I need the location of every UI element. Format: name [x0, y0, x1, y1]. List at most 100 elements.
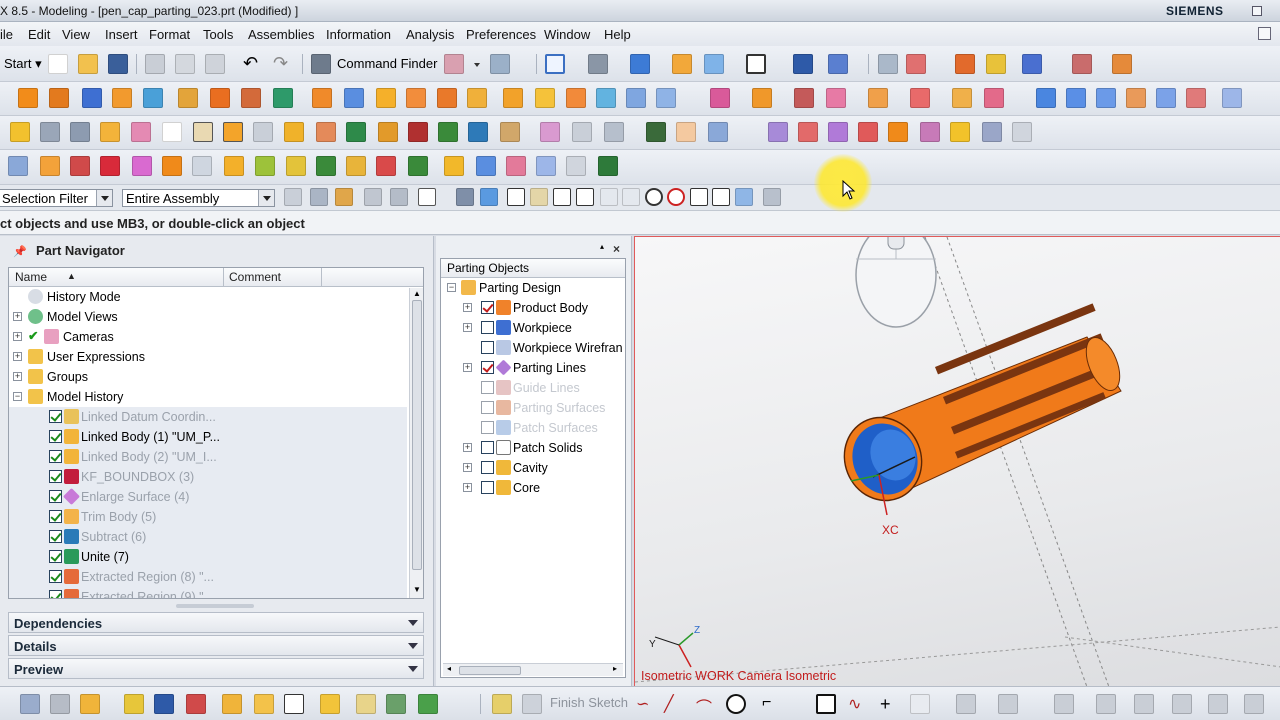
menu-search-icon[interactable]: [444, 54, 464, 74]
trim-tool-icon[interactable]: [535, 88, 555, 108]
curve-patch-icon[interactable]: [752, 88, 772, 108]
replace-component-icon[interactable]: [536, 156, 556, 176]
existing-point-icon[interactable]: [690, 188, 708, 206]
visibility-checkbox[interactable]: [49, 550, 62, 563]
workpiece-icon[interactable]: [82, 88, 102, 108]
panel-menu-icon[interactable]: ▴: [600, 242, 604, 251]
body-filter-icon[interactable]: [456, 188, 474, 206]
visibility-checkbox[interactable]: [49, 590, 62, 598]
face-filter-icon[interactable]: [480, 188, 498, 206]
menu-file[interactable]: ile: [0, 27, 13, 42]
tree-row-cavity[interactable]: + Cavity: [441, 458, 625, 478]
ruler-icon[interactable]: [1112, 54, 1132, 74]
tree-row-feature[interactable]: Subtract (6): [9, 527, 407, 547]
offset-region-icon[interactable]: [1186, 88, 1206, 108]
table-icon[interactable]: [572, 122, 592, 142]
scrollbar-thumb[interactable]: [412, 300, 422, 570]
family-mold-icon[interactable]: [143, 88, 163, 108]
studio-spline-icon[interactable]: ∿: [848, 694, 868, 714]
tree-row-model-history[interactable]: − Model History: [9, 387, 407, 407]
through-curves-icon[interactable]: [768, 122, 788, 142]
point-icon[interactable]: [8, 156, 28, 176]
move-select-icon[interactable]: [364, 188, 382, 206]
menu-window[interactable]: Window: [544, 27, 590, 42]
point-on-face-icon[interactable]: [735, 188, 753, 206]
project-curve-icon[interactable]: [162, 156, 182, 176]
prefs-icon[interactable]: [320, 694, 340, 714]
split-face-icon[interactable]: [1096, 88, 1116, 108]
tree-row-user-expressions[interactable]: + User Expressions: [9, 347, 407, 367]
animation-icon[interactable]: [1022, 54, 1042, 74]
show-constraints-icon[interactable]: [1208, 694, 1228, 714]
general-filter-icon[interactable]: [284, 188, 302, 206]
mold-wizard-icon[interactable]: [986, 54, 1006, 74]
expand-icon[interactable]: +: [13, 352, 22, 361]
menu-preferences[interactable]: Preferences: [466, 27, 536, 42]
details-panel-header[interactable]: Details: [8, 635, 424, 656]
visibility-checkbox[interactable]: [481, 361, 494, 374]
expand-icon[interactable]: +: [463, 443, 472, 452]
wcs-icon[interactable]: [704, 54, 724, 74]
dimension-icon[interactable]: [286, 156, 306, 176]
cooling-icon[interactable]: [467, 88, 487, 108]
scope-dropdown[interactable]: Entire Assembly: [122, 189, 275, 207]
swept-icon[interactable]: [828, 122, 848, 142]
note-icon[interactable]: [444, 156, 464, 176]
scroll-up-icon[interactable]: ▲: [413, 289, 421, 298]
finish-sketch-button[interactable]: Finish Sketch: [550, 695, 628, 710]
tree-row-feature[interactable]: Extracted Region (9) "...: [9, 587, 407, 598]
rectangle-select-icon[interactable]: [418, 188, 436, 206]
scroll-right-icon[interactable]: ▸: [613, 664, 617, 673]
redo-icon[interactable]: ↷: [273, 54, 293, 74]
snap-view-icon[interactable]: [20, 694, 40, 714]
table-edit-icon[interactable]: [1012, 122, 1032, 142]
visibility-checkbox[interactable]: [49, 450, 62, 463]
shell-icon[interactable]: [253, 122, 273, 142]
column-comment[interactable]: Comment: [229, 270, 281, 284]
expand-icon[interactable]: +: [463, 483, 472, 492]
tooling-icon[interactable]: [598, 156, 618, 176]
ruled-surface-icon[interactable]: [798, 122, 818, 142]
orient-view-icon[interactable]: [630, 54, 650, 74]
tree-row-parting-lines[interactable]: + Parting Lines: [441, 358, 625, 378]
tree-row-parting-design[interactable]: − Parting Design: [441, 278, 625, 298]
expand-icon[interactable]: +: [13, 372, 22, 381]
tree-row-feature[interactable]: Linked Datum Coordin...: [9, 407, 407, 427]
menu-format[interactable]: Format: [149, 27, 190, 42]
extrude-icon[interactable]: [100, 122, 120, 142]
wcs-rotate-icon[interactable]: [154, 694, 174, 714]
subtract-icon[interactable]: [468, 122, 488, 142]
sketch-circle-icon[interactable]: [726, 694, 746, 714]
design-parting-icon[interactable]: [952, 88, 972, 108]
move-component-icon[interactable]: [793, 54, 813, 74]
save-icon[interactable]: [108, 54, 128, 74]
open-folder-icon[interactable]: [78, 54, 98, 74]
bounded-plane-icon[interactable]: [858, 122, 878, 142]
intersect-icon[interactable]: [500, 122, 520, 142]
menu-assemblies[interactable]: Assemblies: [248, 27, 314, 42]
pen-cap-body[interactable]: [832, 303, 1126, 516]
cylinder-icon[interactable]: [676, 122, 696, 142]
close-icon[interactable]: ×: [613, 242, 620, 256]
tree-row-feature[interactable]: Linked Body (1) "UM_P...: [9, 427, 407, 447]
cut-icon[interactable]: [145, 54, 165, 74]
tree-row-core[interactable]: + Core: [441, 478, 625, 498]
tree-row-feature[interactable]: Extracted Region (8) "...: [9, 567, 407, 587]
minimize-icon[interactable]: [1252, 6, 1262, 16]
runner-icon[interactable]: [437, 88, 457, 108]
hole-icon[interactable]: [162, 122, 182, 142]
dimension-sketch-icon[interactable]: [1134, 694, 1154, 714]
helix-icon[interactable]: [100, 156, 120, 176]
splitter-handle[interactable]: [176, 604, 254, 608]
mid-point-icon[interactable]: [576, 188, 594, 206]
edge-patch-icon[interactable]: [794, 88, 814, 108]
sphere-icon[interactable]: [646, 122, 666, 142]
render-style-icon[interactable]: [588, 54, 608, 74]
view-manager-icon[interactable]: [656, 88, 676, 108]
model-view[interactable]: [635, 237, 1280, 686]
menu-help[interactable]: Help: [604, 27, 631, 42]
fillet-icon[interactable]: ⌐: [762, 694, 782, 714]
replace-face-icon[interactable]: [1156, 88, 1176, 108]
sketch-point-icon[interactable]: +: [880, 694, 900, 714]
visibility-checkbox[interactable]: [481, 441, 494, 454]
